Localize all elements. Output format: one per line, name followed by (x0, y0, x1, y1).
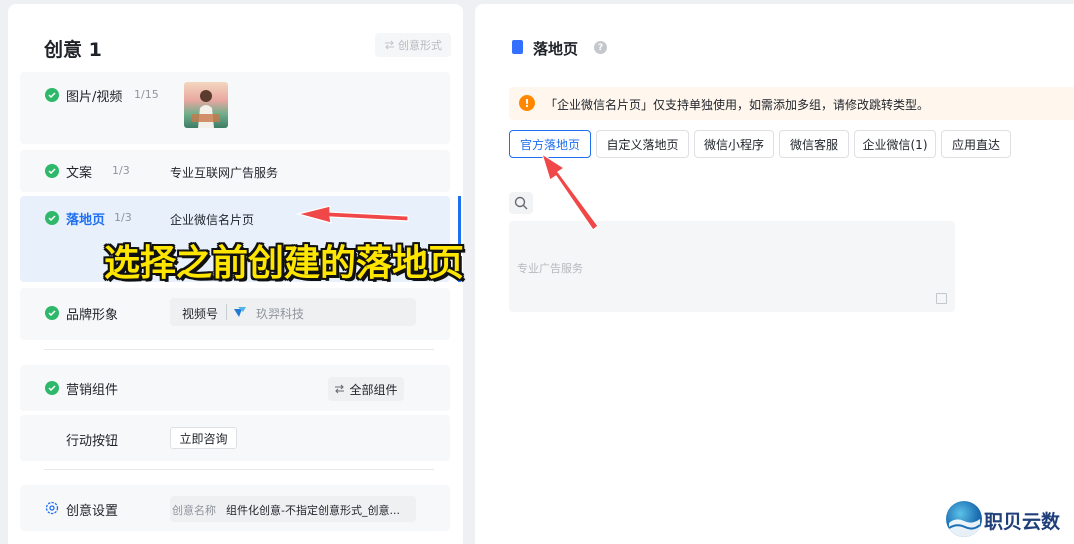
switch-icon (335, 384, 345, 394)
watermark-logo (946, 501, 982, 537)
row-count: 1/3 (112, 164, 130, 177)
row-label: 图片/视频 (66, 90, 123, 105)
warning-icon: ! (519, 95, 535, 111)
brand-logo-icon (234, 307, 246, 317)
tab-app-direct[interactable]: 应用直达 (941, 130, 1011, 158)
notice-banner: ! 「企业微信名片页」仅支持单独使用，如需添加多组，请修改跳转类型。 (509, 87, 1074, 120)
landing-page-title: 落地页 (533, 40, 579, 58)
row-label: 营销组件 (66, 383, 119, 398)
brand-account: 玖羿科技 (256, 307, 305, 321)
creative-name-value: 组件化创意-不指定创意形式_创意... (226, 504, 400, 517)
row-label: 创意设置 (66, 504, 119, 519)
check-icon (45, 381, 59, 395)
check-icon (45, 88, 59, 102)
separator (226, 304, 227, 320)
page-icon (512, 40, 523, 54)
search-button[interactable] (509, 192, 533, 214)
tab-mini-program[interactable]: 微信小程序 (694, 130, 774, 158)
tab-custom-landing-page[interactable]: 自定义落地页 (596, 130, 689, 158)
row-settings[interactable]: 创意设置 创意名称 组件化创意-不指定创意形式_创意... (20, 485, 450, 531)
row-label: 行动按钮 (66, 434, 119, 449)
check-icon (45, 211, 59, 225)
check-icon (45, 164, 59, 178)
landing-page-value: 企业微信名片页 (170, 213, 255, 227)
row-copy[interactable]: 文案 1/3 专业互联网广告服务 (20, 150, 450, 192)
panel-title: 创意 1 (44, 39, 102, 61)
row-action-button[interactable]: 行动按钮 立即咨询 (20, 415, 450, 461)
row-brand[interactable]: 品牌形象 视频号 玖羿科技 (20, 288, 450, 340)
row-media[interactable]: 图片/视频 1/15 (20, 72, 450, 144)
help-icon[interactable]: ? (594, 41, 607, 54)
notice-text: 「企业微信名片页」仅支持单独使用，如需添加多组，请修改跳转类型。 (545, 98, 930, 112)
brand-selector[interactable]: 视频号 玖羿科技 (170, 298, 416, 326)
qr-code-icon[interactable] (936, 293, 947, 304)
copy-value: 专业互联网广告服务 (170, 166, 279, 180)
tab-enterprise-wechat[interactable]: 企业微信(1) (854, 130, 936, 158)
row-label: 品牌形象 (66, 308, 119, 323)
landing-page-card-text: 专业广告服务 (517, 262, 583, 275)
tab-official-landing-page[interactable]: 官方落地页 (509, 130, 591, 158)
row-label: 落地页 (66, 213, 106, 228)
search-icon (514, 196, 528, 210)
divider (44, 349, 434, 350)
creative-form-button[interactable]: 创意形式 (375, 33, 451, 57)
row-count: 1/15 (134, 88, 159, 101)
switch-icon (385, 40, 394, 50)
media-thumbnail[interactable] (184, 82, 228, 128)
row-label: 文案 (66, 166, 93, 181)
creative-form-label: 创意形式 (398, 39, 442, 52)
all-components-label: 全部组件 (349, 382, 398, 397)
gear-icon (45, 501, 59, 515)
watermark: 职贝云数 (944, 500, 1074, 540)
watermark-text: 职贝云数 (984, 511, 1061, 533)
row-marketing[interactable]: 营销组件 全部组件 (20, 365, 450, 411)
creative-name-label: 创意名称 (172, 504, 216, 517)
divider (44, 469, 434, 470)
tab-wechat-service[interactable]: 微信客服 (779, 130, 849, 158)
landing-page-card[interactable]: 专业广告服务 (509, 221, 955, 312)
action-button-preview[interactable]: 立即咨询 (170, 427, 237, 449)
all-components-button[interactable]: 全部组件 (328, 377, 404, 401)
brand-channel: 视频号 (182, 307, 219, 321)
check-icon (45, 306, 59, 320)
creative-name-field[interactable]: 创意名称 组件化创意-不指定创意形式_创意... (170, 496, 416, 522)
row-count: 1/3 (114, 211, 132, 224)
annotation-caption: 选择之前创建的落地页 (104, 243, 465, 284)
